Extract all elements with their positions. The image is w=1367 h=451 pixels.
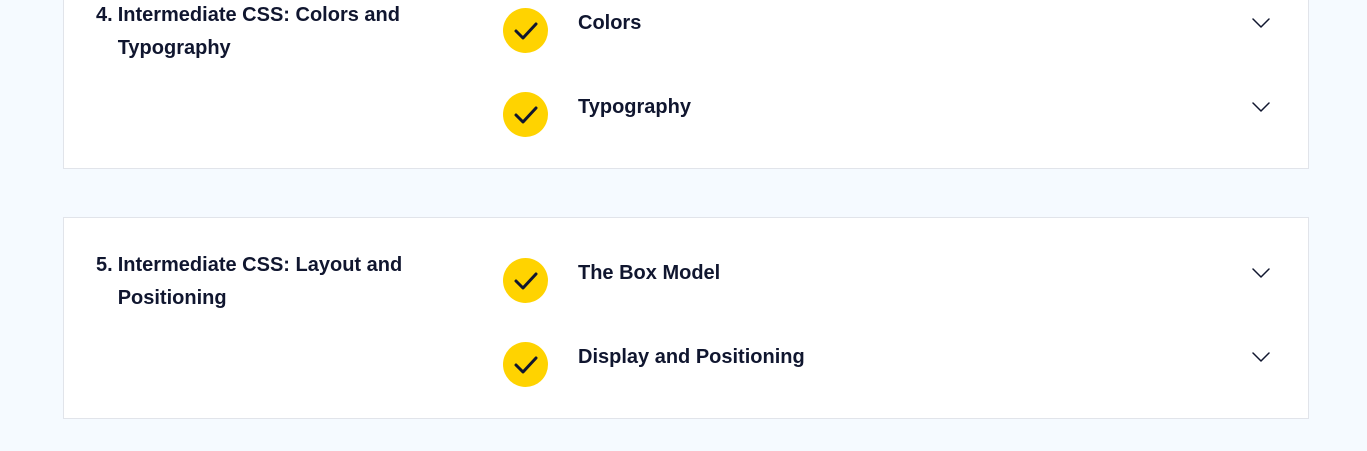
chevron-down-icon[interactable] bbox=[1251, 100, 1271, 114]
check-icon bbox=[503, 342, 548, 387]
module-card-4: 4. Intermediate CSS: Colors and Typograp… bbox=[63, 0, 1309, 169]
check-icon bbox=[503, 8, 548, 53]
lesson-row-the-box-model[interactable]: The Box Model bbox=[503, 258, 1271, 304]
module-card-5: 5. Intermediate CSS: Layout and Position… bbox=[63, 217, 1309, 419]
lesson-row-colors[interactable]: Colors bbox=[503, 8, 1271, 54]
lesson-label: The Box Model bbox=[578, 262, 721, 284]
lesson-row-display-and-positioning[interactable]: Display and Positioning bbox=[503, 342, 1271, 388]
check-icon bbox=[503, 258, 548, 303]
module-number: 5. bbox=[96, 254, 113, 276]
lesson-row-typography[interactable]: Typography bbox=[503, 92, 1271, 138]
check-icon bbox=[503, 92, 548, 137]
module-title: 4. Intermediate CSS: Colors and Typograp… bbox=[96, 0, 426, 65]
chevron-down-icon[interactable] bbox=[1251, 350, 1271, 364]
chevron-down-icon[interactable] bbox=[1251, 16, 1271, 30]
lesson-label: Typography bbox=[578, 96, 691, 118]
module-title: 5. Intermediate CSS: Layout and Position… bbox=[96, 249, 426, 315]
module-title-text: Intermediate CSS: Colors and Typography bbox=[117, 4, 400, 59]
chevron-down-icon[interactable] bbox=[1251, 266, 1271, 280]
lesson-label: Display and Positioning bbox=[578, 346, 805, 368]
module-number: 4. bbox=[96, 4, 113, 26]
module-title-text: Intermediate CSS: Layout and Positioning bbox=[117, 254, 403, 309]
lesson-label: Colors bbox=[578, 12, 642, 34]
